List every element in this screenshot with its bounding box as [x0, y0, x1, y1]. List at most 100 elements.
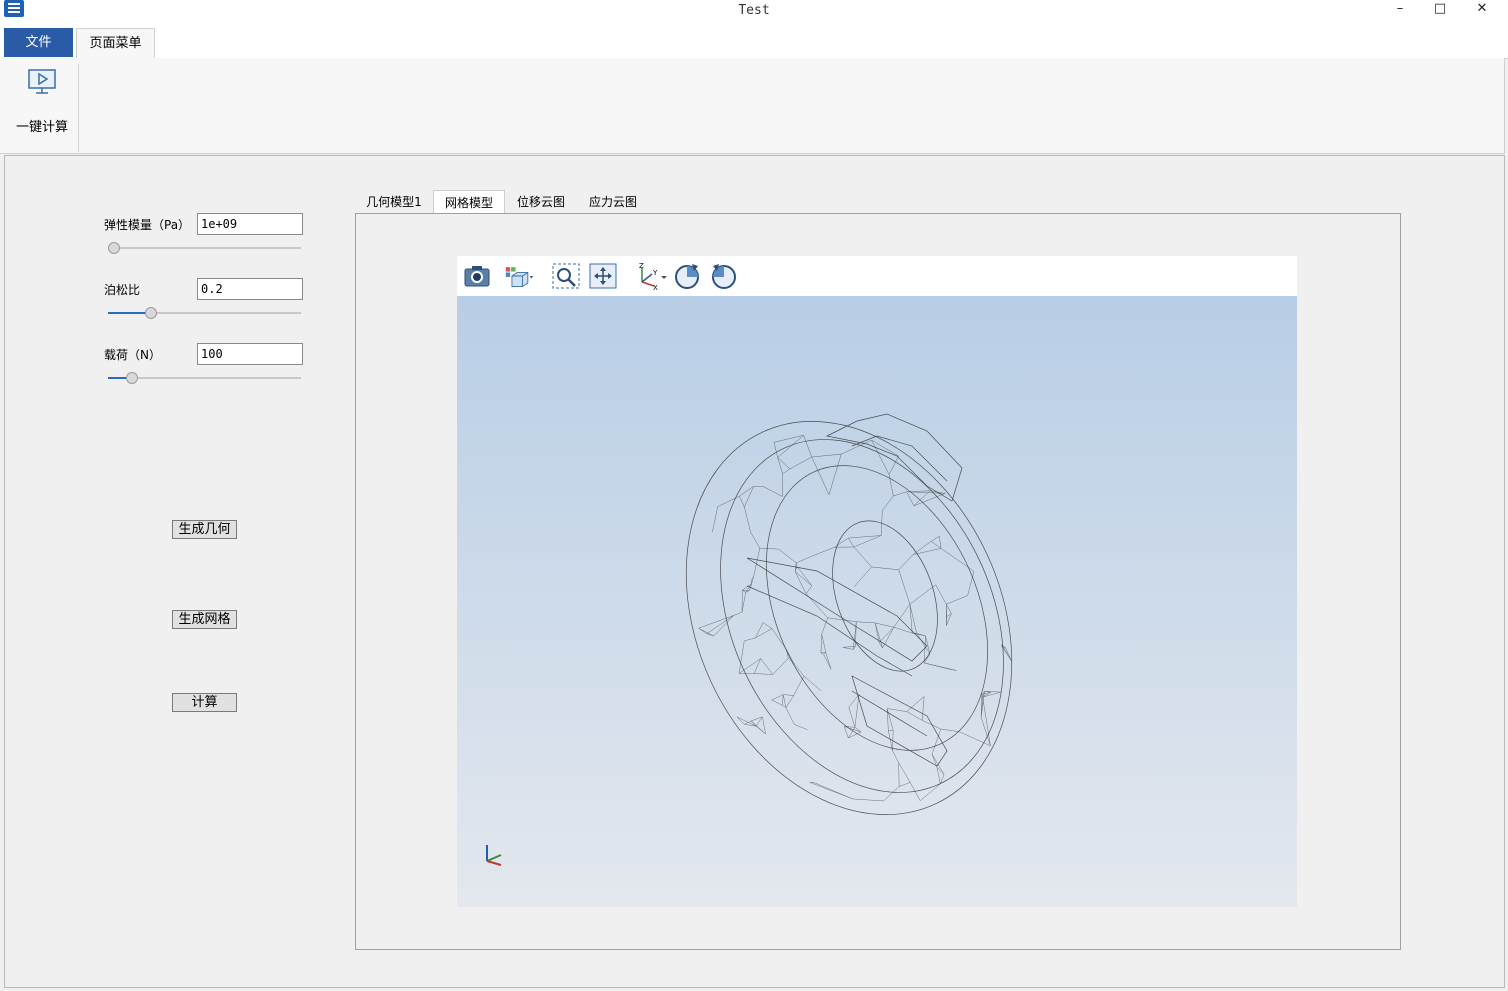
- mesh-edge: [874, 622, 883, 649]
- tab-displacement[interactable]: 位移云图: [510, 190, 572, 212]
- wireframe-model: [685, 413, 1013, 815]
- mesh-edge: [848, 707, 856, 728]
- mesh-edge: [871, 566, 899, 571]
- tab-stress[interactable]: 应力云图: [583, 190, 643, 212]
- mesh-edge: [924, 662, 950, 670]
- rotate-ccw-icon[interactable]: [709, 262, 739, 290]
- mesh-edge: [773, 442, 778, 458]
- mesh-edge: [782, 694, 784, 706]
- mesh-edge: [794, 724, 808, 730]
- mesh-edge: [738, 640, 745, 674]
- slider-thumb[interactable]: [126, 372, 139, 384]
- mesh-edge: [771, 699, 783, 706]
- mesh-edge: [936, 767, 941, 784]
- mesh-edge: [875, 622, 894, 628]
- mesh-edge: [935, 584, 947, 605]
- 3d-canvas[interactable]: [457, 296, 1297, 907]
- view-cube-icon[interactable]: [504, 262, 534, 290]
- mesh-edge: [909, 584, 936, 605]
- mesh-edge: [982, 691, 1001, 698]
- elastic-modulus-input[interactable]: 1e+09: [197, 213, 303, 235]
- mesh-edge: [940, 728, 960, 732]
- poisson-ratio-input[interactable]: 0.2: [197, 278, 303, 300]
- mesh-edge: [848, 537, 855, 548]
- tab-geometry-model[interactable]: 几何模型1: [362, 190, 426, 212]
- mesh-edge: [733, 611, 743, 616]
- mesh-edge: [712, 506, 718, 533]
- mesh-edge: [898, 762, 900, 787]
- mesh-edge: [834, 537, 849, 548]
- svg-text:Z: Z: [639, 262, 644, 270]
- one-click-calc-button[interactable]: 一键计算: [6, 64, 79, 152]
- svg-text:Y: Y: [652, 269, 658, 277]
- mesh-edge: [922, 696, 925, 721]
- slider-thumb[interactable]: [108, 242, 120, 254]
- mesh-edge: [853, 546, 872, 568]
- mesh-edge: [931, 754, 938, 768]
- mesh-edge: [878, 642, 883, 649]
- mesh-edge: [744, 720, 752, 725]
- mesh-edge: [771, 694, 784, 701]
- mesh-viewer: Z Y X: [457, 256, 1297, 907]
- mesh-edge: [744, 507, 752, 533]
- fit-all-icon[interactable]: [588, 262, 618, 290]
- mesh-edge: [887, 708, 907, 712]
- mesh-edge: [753, 548, 761, 577]
- mesh-edge: [939, 536, 942, 549]
- menu-page-tab[interactable]: 页面菜单: [76, 28, 155, 58]
- generate-geometry-button[interactable]: 生成几何: [172, 520, 237, 539]
- load-input[interactable]: 100: [197, 343, 303, 365]
- mesh-triangles: [698, 435, 1012, 802]
- mesh-edge: [778, 548, 797, 564]
- generate-mesh-button[interactable]: 生成网格: [172, 610, 237, 629]
- mesh-edge: [825, 652, 832, 670]
- rotate-cw-icon[interactable]: [672, 262, 702, 290]
- mesh-edge: [882, 495, 894, 511]
- poisson-ratio-slider[interactable]: [108, 306, 301, 320]
- mesh-edge: [940, 548, 975, 572]
- mesh-edge: [789, 456, 812, 470]
- menu-file[interactable]: 文件: [4, 28, 73, 57]
- tab-mesh-model[interactable]: 网格模型: [433, 190, 505, 213]
- elastic-modulus-slider[interactable]: [108, 241, 301, 255]
- monitor-play-icon: [28, 69, 56, 94]
- mesh-edge: [803, 675, 822, 692]
- mesh-edge: [920, 783, 941, 801]
- slider-thumb[interactable]: [144, 307, 157, 319]
- mesh-edge: [796, 566, 812, 586]
- mesh-edge: [892, 730, 894, 751]
- mesh-edge: [913, 490, 931, 506]
- load-slider[interactable]: [108, 371, 301, 385]
- svg-text:X: X: [653, 284, 658, 290]
- mesh-edge: [803, 435, 812, 458]
- mesh-edge: [811, 456, 830, 495]
- mesh-edge: [820, 652, 824, 655]
- mesh-edge: [805, 593, 828, 618]
- window-title: Test: [738, 3, 770, 18]
- camera-icon[interactable]: [462, 262, 492, 290]
- mesh-edge: [924, 653, 931, 664]
- mesh-edge: [946, 595, 968, 605]
- mesh-edge: [892, 750, 899, 763]
- mesh-edge: [793, 675, 805, 696]
- menu-bar: 文件 页面菜单: [0, 26, 1508, 59]
- axes-orientation-icon[interactable]: Z Y X: [634, 262, 668, 290]
- mesh-edge: [771, 628, 787, 650]
- mesh-edge: [893, 491, 907, 497]
- mesh-edge: [777, 435, 804, 458]
- mesh-edge: [930, 541, 942, 549]
- mesh-edge: [739, 496, 745, 508]
- compute-button[interactable]: 计算: [172, 693, 237, 712]
- zoom-box-icon[interactable]: [551, 262, 581, 290]
- mesh-edge: [741, 592, 746, 613]
- mesh-edge: [823, 654, 832, 670]
- mesh-edge: [783, 694, 787, 708]
- mesh-edge: [922, 720, 941, 730]
- mesh-edge: [912, 632, 926, 637]
- mesh-edge: [698, 615, 734, 629]
- maximize-button[interactable]: □: [1420, 0, 1460, 22]
- close-button[interactable]: ✕: [1462, 0, 1502, 22]
- mesh-edge: [698, 627, 707, 634]
- mesh-edge: [698, 627, 714, 637]
- minimize-button[interactable]: –: [1380, 0, 1420, 22]
